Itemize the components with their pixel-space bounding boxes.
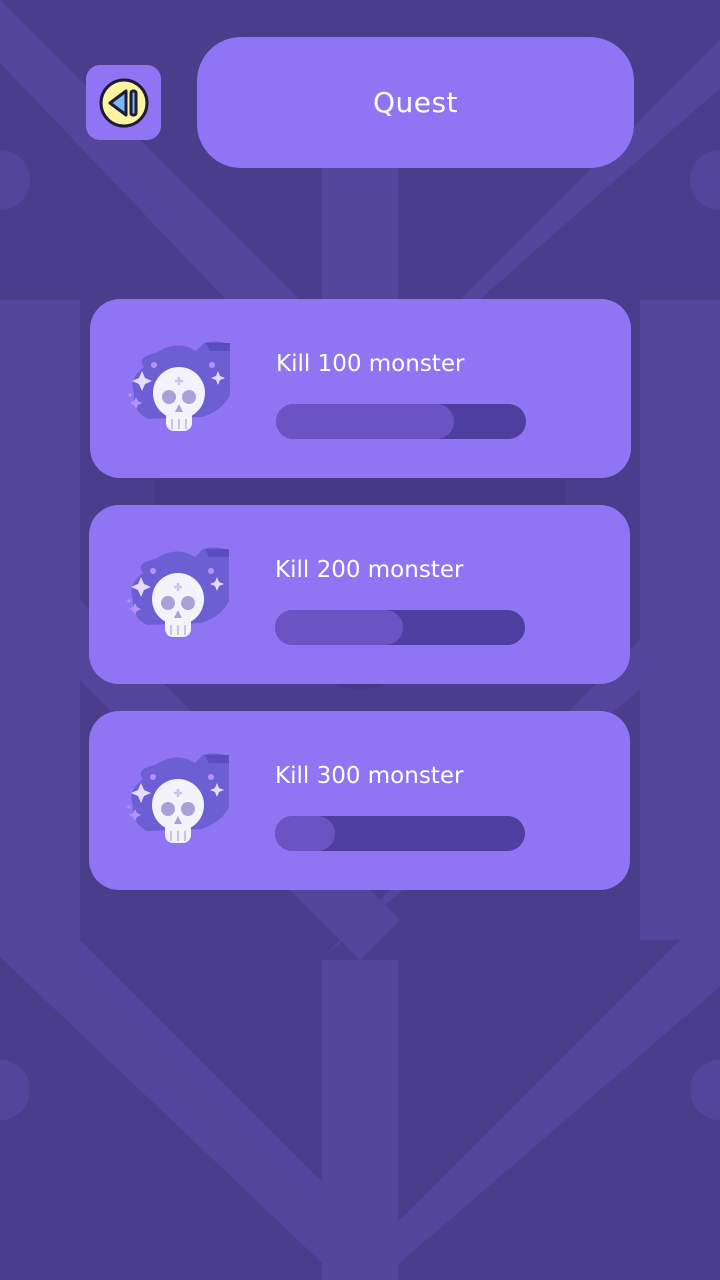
progress-bar xyxy=(276,404,526,439)
progress-fill xyxy=(276,404,454,439)
quest-label: Kill 100 monster xyxy=(276,351,465,377)
progress-fill xyxy=(275,816,335,851)
progress-fill xyxy=(275,610,403,645)
skull-icon xyxy=(125,749,235,853)
quest-label: Kill 300 monster xyxy=(275,763,464,789)
quest-list: Kill 100 monster Kill 200 monster Kill 3… xyxy=(0,0,720,1280)
quest-card[interactable]: Kill 100 monster xyxy=(90,299,631,478)
quest-card[interactable]: Kill 300 monster xyxy=(89,711,630,890)
quest-screen: Quest Kill 100 monster Kill 200 monster … xyxy=(0,0,720,1280)
quest-label: Kill 200 monster xyxy=(275,557,464,583)
progress-bar xyxy=(275,610,525,645)
quest-card[interactable]: Kill 200 monster xyxy=(89,505,630,684)
progress-bar xyxy=(275,816,525,851)
skull-icon xyxy=(126,337,236,441)
skull-icon xyxy=(125,543,235,647)
